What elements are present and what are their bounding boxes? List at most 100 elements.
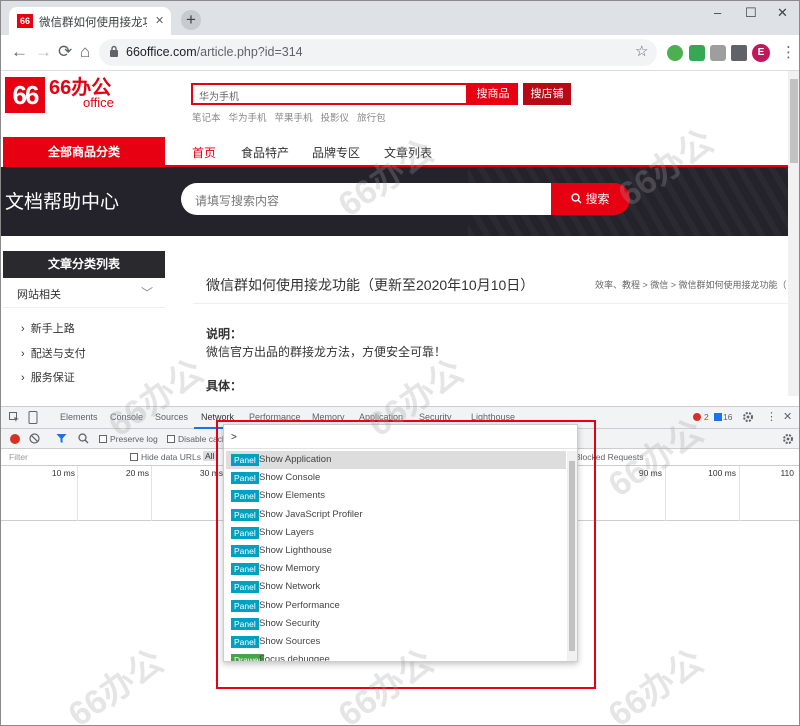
address-bar[interactable]: 66office.com/article.php?id=314 ☆: [99, 39, 657, 66]
extensions-puzzle-icon[interactable]: [731, 45, 747, 61]
home-icon[interactable]: ⌂: [80, 42, 90, 62]
timeline-gridline: [739, 466, 740, 521]
filter-funnel-icon[interactable]: [56, 433, 67, 444]
nav-articles[interactable]: 文章列表: [384, 144, 432, 161]
sidebar-item[interactable]: › 配送与支付: [21, 345, 86, 361]
hotword[interactable]: 笔记本: [192, 113, 221, 124]
site-logo-mark[interactable]: 66: [5, 77, 45, 113]
extension-grid-icon[interactable]: [710, 45, 726, 61]
hotword[interactable]: 投影仪: [321, 113, 350, 124]
forward-icon[interactable]: →: [35, 42, 52, 62]
devtools-close-icon[interactable]: ✕: [783, 410, 792, 423]
search-icon: [571, 193, 582, 204]
bullet-icon: ›: [21, 372, 25, 384]
hide-data-urls-checkbox[interactable]: Hide data URLs: [130, 452, 201, 462]
banner-title: 文档帮助中心: [5, 192, 120, 213]
tab-title: 微信群如何使用接龙功能（更新至: [39, 17, 147, 29]
tab-console[interactable]: Console: [110, 412, 143, 422]
sidebar-item[interactable]: › 服务保证: [21, 369, 75, 385]
sidebar-item-label: 服务保证: [30, 372, 75, 384]
devtools-menu-icon[interactable]: ⋮: [766, 410, 777, 423]
evernote-extension-icon[interactable]: [667, 45, 683, 61]
filter-input[interactable]: Filter: [9, 452, 28, 462]
page-scrollbar-thumb[interactable]: [790, 79, 798, 163]
help-search-label: 搜索: [585, 192, 610, 206]
hide-data-urls-label: Hide data URLs: [141, 452, 202, 462]
breadcrumb[interactable]: 效率、教程 > 微信 > 微信群如何使用接龙功能（: [595, 278, 787, 291]
timeline-tick-label: 110: [780, 468, 794, 478]
page-scrollbar[interactable]: [788, 71, 799, 396]
search-shop-button[interactable]: 搜店铺: [523, 83, 571, 105]
browser-tab[interactable]: 66 微信群如何使用接龙功能（更新至 ✕: [9, 7, 171, 35]
timeline-gridline: [665, 466, 666, 521]
window-close-icon[interactable]: ✕: [777, 5, 788, 21]
record-icon[interactable]: [10, 434, 20, 444]
timeline-tick-label: 90 ms: [638, 468, 662, 478]
hotword[interactable]: 苹果手机: [275, 113, 313, 124]
site-favicon-icon: 66: [17, 14, 33, 28]
warning-count[interactable]: 16: [723, 412, 732, 422]
back-icon[interactable]: ←: [11, 42, 28, 62]
timeline-tick-label: 10 ms: [51, 468, 75, 478]
section-heading: 具体：: [206, 379, 243, 393]
search-icon[interactable]: [78, 433, 89, 444]
bullet-icon: ›: [21, 348, 25, 360]
bookmark-star-icon[interactable]: ☆: [635, 42, 648, 60]
help-search-input[interactable]: 请填写搜索内容: [181, 183, 551, 215]
checkbox-icon: [99, 435, 107, 443]
help-search-placeholder: 请填写搜索内容: [195, 194, 280, 208]
all-categories-button[interactable]: 全部商品分类: [3, 137, 165, 167]
search-placeholder: 华为手机: [199, 92, 239, 103]
device-toolbar-icon[interactable]: [28, 411, 38, 424]
sidebar-item-label: 新手上路: [30, 323, 75, 335]
timeline-gridline: [77, 466, 78, 521]
nav-food[interactable]: 食品特产: [241, 144, 289, 161]
tab-sources[interactable]: Sources: [155, 412, 188, 422]
issues-icon[interactable]: [714, 413, 722, 421]
lock-icon: [110, 45, 118, 57]
minimize-icon[interactable]: –: [714, 5, 721, 20]
highlight-box: [216, 420, 596, 689]
help-search-button[interactable]: 搜索: [551, 183, 630, 215]
clear-icon[interactable]: [29, 433, 40, 444]
url-text: 66office.com/article.php?id=314: [126, 45, 303, 59]
tab-close-icon[interactable]: ✕: [155, 14, 164, 27]
timeline-gridline: [151, 466, 152, 521]
hotword[interactable]: 华为手机: [229, 113, 267, 124]
tab-elements[interactable]: Elements: [60, 412, 98, 422]
hot-search-words: 笔记本 华为手机 苹果手机 投影仪 旅行包: [192, 110, 394, 124]
product-search-input[interactable]: 华为手机: [191, 83, 468, 105]
timeline-tick-label: 100 ms: [708, 468, 736, 478]
search-goods-button[interactable]: 搜商品: [468, 83, 518, 105]
preserve-log-checkbox[interactable]: Preserve log: [99, 434, 158, 444]
sidebar-item[interactable]: › 新手上路: [21, 320, 75, 336]
checkbox-icon: [130, 453, 138, 461]
browser-menu-icon[interactable]: ⋮: [781, 43, 796, 63]
network-settings-gear-icon[interactable]: [782, 433, 794, 445]
hotword[interactable]: 旅行包: [357, 113, 386, 124]
screenshot-root: 66 微信群如何使用接龙功能（更新至 ✕ + – ☐ ✕ ← → ⟳ ⌂ 66o…: [0, 0, 800, 726]
reload-icon[interactable]: ⟳: [58, 42, 72, 62]
bullet-icon: ›: [21, 323, 25, 335]
article-title: 微信群如何使用接龙功能（更新至2020年10月10日）: [206, 277, 535, 293]
site-logo-sub: office: [83, 95, 114, 110]
inspect-element-icon[interactable]: [9, 412, 20, 423]
sidebar-group[interactable]: 网站相关 ﹀: [3, 278, 165, 308]
nav-home[interactable]: 首页: [192, 144, 216, 161]
profile-avatar[interactable]: E: [752, 44, 770, 62]
sidebar-group-label: 网站相关: [17, 289, 61, 301]
sidebar-item-label: 配送与支付: [30, 348, 86, 360]
settings-gear-icon[interactable]: [742, 411, 754, 423]
maximize-icon[interactable]: ☐: [745, 5, 757, 21]
url-host: 66office.com: [126, 45, 197, 59]
nav-brands[interactable]: 品牌专区: [312, 144, 360, 161]
web-page: 66 66办公 office 华为手机 搜商品 搜店铺 笔记本 华为手机 苹果手机投…: [1, 71, 788, 396]
error-count[interactable]: 2: [704, 412, 709, 422]
browser-toolbar: ← → ⟳ ⌂ 66office.com/article.php?id=314 …: [1, 35, 799, 71]
extension-green-icon[interactable]: [689, 45, 705, 61]
url-path: /article.php?id=314: [196, 45, 303, 59]
new-tab-button[interactable]: +: [181, 10, 201, 30]
help-center-banner: 文档帮助中心 请填写搜索内容 搜索: [1, 167, 788, 236]
filter-all-button[interactable]: All: [203, 451, 217, 461]
error-icon[interactable]: [693, 413, 701, 421]
